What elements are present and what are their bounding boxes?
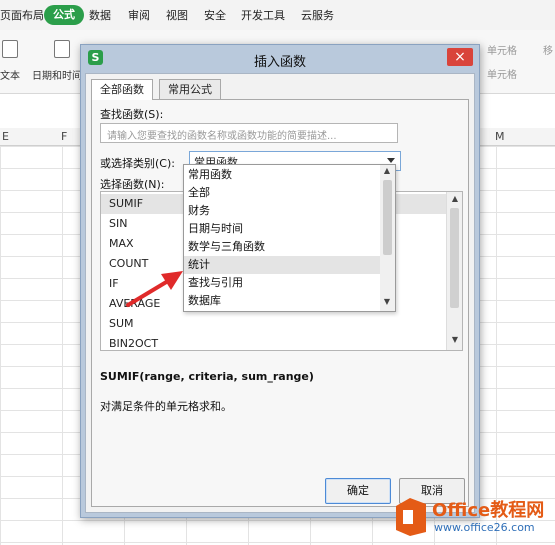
function-item[interactable]: BIN2OCT (101, 334, 446, 354)
watermark-brand: Office教程网 (432, 500, 545, 521)
scroll-down-icon[interactable]: ▼ (382, 297, 392, 309)
dialog-titlebar[interactable]: S 插入函数 × (81, 45, 479, 73)
menu-page-layout[interactable]: 页面布局 (0, 7, 44, 23)
watermark-url: www.office26.com (434, 521, 535, 534)
function-item[interactable]: SUM (101, 314, 446, 334)
ribbon-text-label[interactable]: 文本 (0, 67, 20, 82)
function-signature: SUMIF(range, criteria, sum_range) (100, 370, 314, 383)
function-list-scrollbar[interactable]: ▲ ▼ (446, 192, 462, 350)
close-button[interactable]: × (447, 48, 473, 66)
scroll-up-icon[interactable]: ▲ (382, 166, 392, 178)
menu-dev-tools[interactable]: 开发工具 (241, 7, 285, 23)
chevron-down-icon (387, 158, 395, 163)
search-label: 查找函数(S): (100, 108, 164, 121)
ribbon-move-label[interactable]: 移 (543, 42, 553, 57)
office-logo-icon (396, 498, 426, 536)
column-e[interactable]: E (2, 130, 9, 143)
watermark: Office教程网 www.office26.com (392, 490, 555, 545)
search-input[interactable]: 请输入您要查找的函数名称或函数功能的简要描述... (100, 123, 398, 143)
menu-view[interactable]: 视图 (166, 7, 188, 23)
dropdown-item[interactable]: 常用函数 (184, 166, 380, 184)
tab-common-formulas[interactable]: 常用公式 (159, 79, 221, 99)
column-f[interactable]: F (61, 130, 67, 143)
dropdown-item[interactable]: 数学与三角函数 (184, 238, 380, 256)
ribbon-cell-label-a[interactable]: 单元格 (487, 42, 517, 57)
function-description: 对满足条件的单元格求和。 (100, 400, 232, 413)
scroll-up-icon[interactable]: ▲ (450, 194, 460, 206)
ribbon-cell-label-b[interactable]: 单元格 (487, 66, 517, 81)
menu-cloud[interactable]: 云服务 (301, 7, 334, 23)
dropdown-item[interactable]: 全部 (184, 184, 380, 202)
scroll-thumb[interactable] (450, 208, 459, 308)
menu-formula[interactable]: 公式 (44, 5, 84, 25)
menu-bar: 页面布局 公式 数据 审阅 视图 安全 开发工具 云服务 (0, 0, 555, 30)
datetime-function-icon[interactable] (54, 40, 70, 58)
scroll-down-icon[interactable]: ▼ (450, 335, 460, 347)
category-label: 或选择类别(C): (100, 157, 175, 170)
dropdown-item-highlighted[interactable]: 统计 (184, 256, 380, 274)
menu-security[interactable]: 安全 (204, 7, 226, 23)
text-function-icon[interactable] (2, 40, 18, 58)
functions-label: 选择函数(N): (100, 178, 165, 191)
column-m[interactable]: M (495, 130, 505, 143)
dropdown-item[interactable]: 查找与引用 (184, 274, 380, 292)
scroll-thumb[interactable] (383, 180, 392, 255)
dropdown-item[interactable]: 数据库 (184, 292, 380, 310)
category-dropdown[interactable]: 常用函数 全部 财务 日期与时间 数学与三角函数 统计 查找与引用 数据库 ▲ … (183, 164, 396, 312)
menu-data[interactable]: 数据 (89, 7, 111, 23)
tab-all-functions[interactable]: 全部函数 (91, 79, 153, 100)
dropdown-item[interactable]: 财务 (184, 202, 380, 220)
dialog-title: 插入函数 (253, 55, 306, 70)
menu-review[interactable]: 审阅 (128, 7, 150, 23)
ok-button[interactable]: 确定 (325, 478, 391, 504)
dropdown-item[interactable]: 日期与时间 (184, 220, 380, 238)
ribbon-datetime-label[interactable]: 日期和时间 (32, 67, 82, 82)
dropdown-scrollbar[interactable]: ▲ ▼ (380, 165, 395, 311)
